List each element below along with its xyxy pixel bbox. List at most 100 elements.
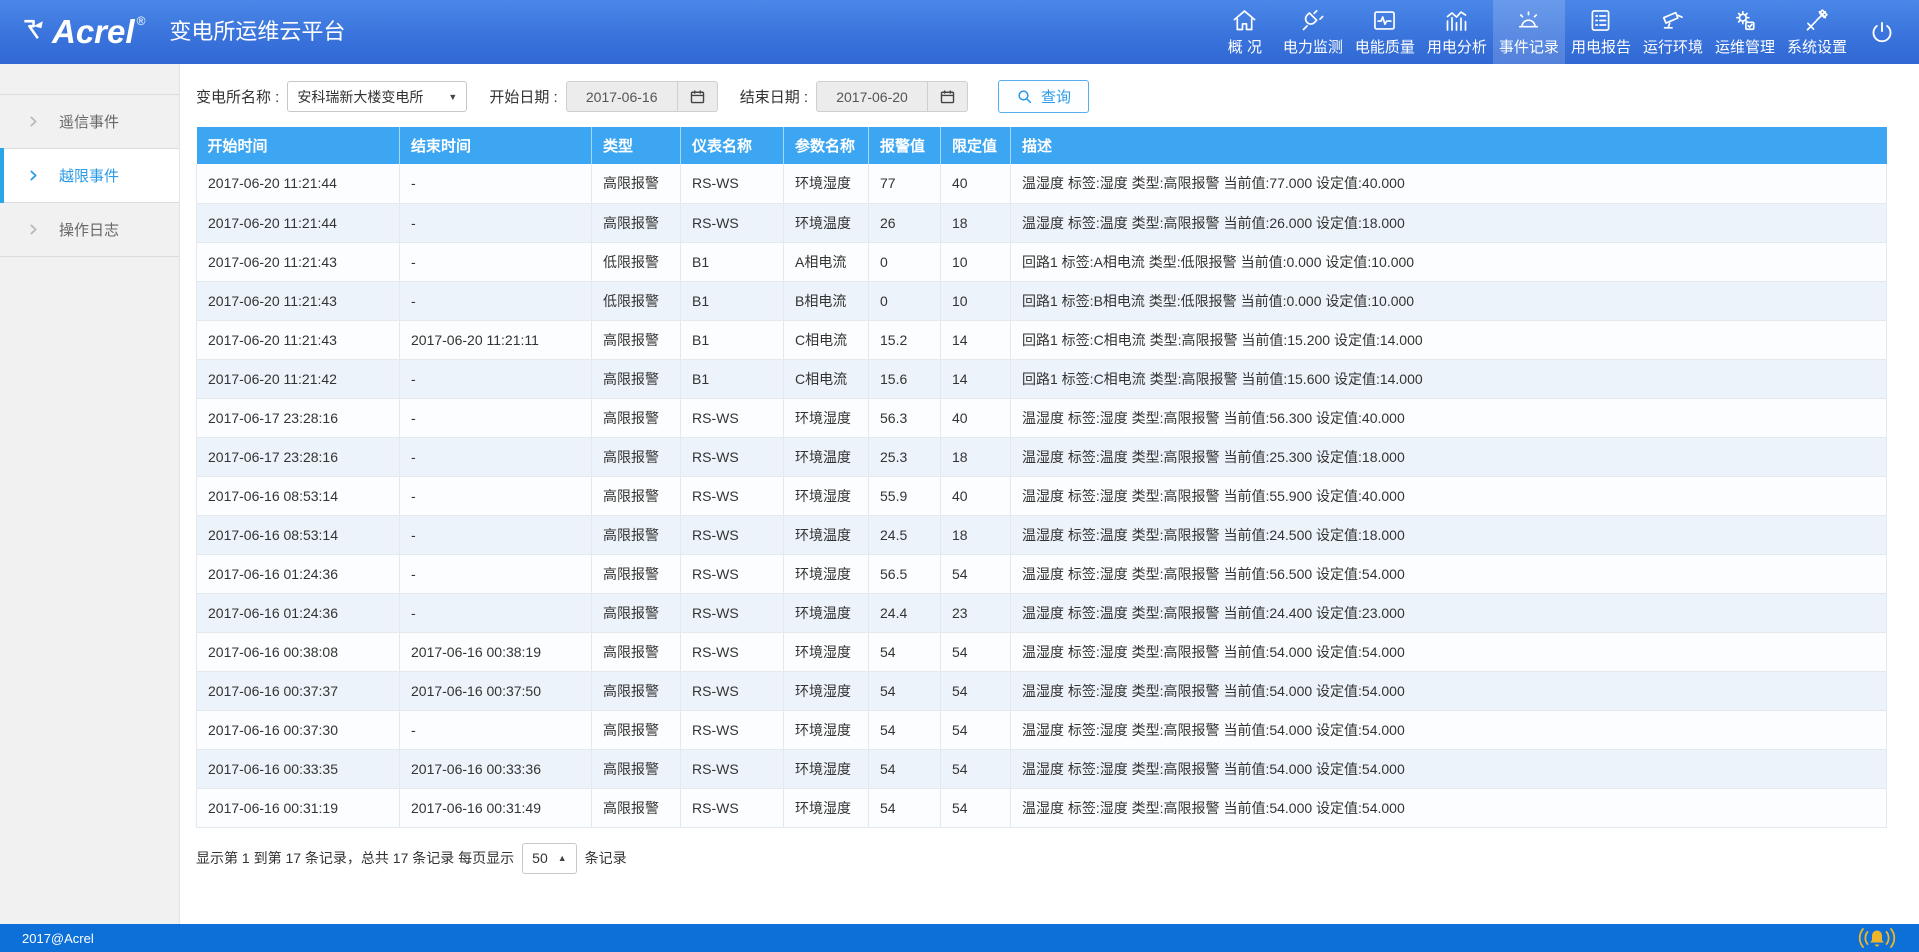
table-cell: 2017-06-17 23:28:16 (197, 437, 400, 476)
nav-item-system-settings[interactable]: 系统设置 (1781, 0, 1853, 64)
table-cell: 24.5 (869, 515, 941, 554)
station-select[interactable]: 安科瑞新大楼变电所 ▼ (287, 81, 467, 112)
station-select-value: 安科瑞新大楼变电所 (297, 87, 423, 107)
table-cell: 温湿度 标签:湿度 类型:高限报警 当前值:54.000 设定值:54.000 (1011, 632, 1887, 671)
column-header: 报警值 (869, 127, 941, 164)
sidebar-item-operation-logs[interactable]: 操作日志 (0, 203, 179, 257)
table-row: 2017-06-16 00:38:082017-06-16 00:38:19高限… (197, 632, 1887, 671)
search-icon (1016, 88, 1034, 106)
table-cell: 54 (869, 749, 941, 788)
chevron-up-icon: ▲ (558, 853, 567, 863)
table-cell: 高限报警 (592, 554, 681, 593)
bar-chart-icon (1443, 7, 1470, 34)
table-cell: 温湿度 标签:温度 类型:高限报警 当前值:24.500 设定值:18.000 (1011, 515, 1887, 554)
table-cell: 2017-06-20 11:21:11 (400, 320, 592, 359)
table-cell: - (400, 710, 592, 749)
table-cell: 高限报警 (592, 476, 681, 515)
table-cell: 14 (941, 320, 1011, 359)
table-cell: 环境温度 (784, 593, 869, 632)
table-cell: 26 (869, 203, 941, 242)
table-cell: 54 (869, 710, 941, 749)
nav-item-usage-report[interactable]: 用电报告 (1565, 0, 1637, 64)
table-cell: 2017-06-20 11:21:44 (197, 203, 400, 242)
table-cell: 54 (869, 671, 941, 710)
column-header: 限定值 (941, 127, 1011, 164)
table-cell: 环境温度 (784, 203, 869, 242)
table-row: 2017-06-20 11:21:44-高限报警RS-WS环境温度2618温湿度… (197, 203, 1887, 242)
table-cell: 环境湿度 (784, 554, 869, 593)
table-cell: RS-WS (681, 710, 784, 749)
table-cell: RS-WS (681, 515, 784, 554)
sidebar-item-label: 操作日志 (59, 219, 119, 240)
alarm-bell-button[interactable] (1855, 925, 1899, 951)
nav-item-power-quality[interactable]: 电能质量 (1349, 0, 1421, 64)
table-cell: 环境湿度 (784, 749, 869, 788)
start-date-input[interactable]: 2017-06-16 (567, 82, 677, 111)
table-cell: 温湿度 标签:湿度 类型:高限报警 当前值:56.500 设定值:54.000 (1011, 554, 1887, 593)
start-date-calendar-button[interactable] (677, 82, 717, 111)
table-row: 2017-06-16 01:24:36-高限报警RS-WS环境湿度56.554温… (197, 554, 1887, 593)
calendar-icon (939, 88, 956, 105)
page-size-select[interactable]: 50 ▲ (522, 843, 577, 874)
table-cell: 0 (869, 281, 941, 320)
sidebar-menu: 遥信事件越限事件操作日志 (0, 95, 179, 257)
end-date-calendar-button[interactable] (927, 82, 967, 111)
footer-copyright: 2017@Acrel (22, 931, 94, 946)
start-date-group: 2017-06-16 (566, 81, 718, 112)
table-cell: 40 (941, 164, 1011, 203)
nav-item-event-records[interactable]: 事件记录 (1493, 0, 1565, 64)
table-cell: RS-WS (681, 476, 784, 515)
brand-name: Acrel (52, 12, 135, 52)
table-cell: 2017-06-16 08:53:14 (197, 476, 400, 515)
column-header: 开始时间 (197, 127, 400, 164)
table-cell: 回路1 标签:C相电流 类型:高限报警 当前值:15.600 设定值:14.00… (1011, 359, 1887, 398)
nav-item-label: 电能质量 (1355, 36, 1415, 57)
table-row: 2017-06-16 08:53:14-高限报警RS-WS环境温度24.518温… (197, 515, 1887, 554)
nav-item-label: 运维管理 (1715, 36, 1775, 57)
nav-item-power-monitor[interactable]: 电力监测 (1277, 0, 1349, 64)
table-cell: 2017-06-16 00:37:30 (197, 710, 400, 749)
table-cell: - (400, 437, 592, 476)
camera-icon (1659, 7, 1686, 34)
table-cell: 0 (869, 242, 941, 281)
nav-item-environment[interactable]: 运行环境 (1637, 0, 1709, 64)
table-cell: - (400, 281, 592, 320)
events-table: 开始时间结束时间类型仪表名称参数名称报警值限定值描述 2017-06-20 11… (196, 127, 1887, 828)
table-cell: 温湿度 标签:湿度 类型:高限报警 当前值:54.000 设定值:54.000 (1011, 788, 1887, 827)
nav-item-usage-analysis[interactable]: 用电分析 (1421, 0, 1493, 64)
logout-button[interactable] (1853, 18, 1911, 46)
table-cell: 温湿度 标签:湿度 类型:高限报警 当前值:54.000 设定值:54.000 (1011, 671, 1887, 710)
station-label: 变电所名称 : (196, 86, 279, 107)
table-cell: 回路1 标签:B相电流 类型:低限报警 当前值:0.000 设定值:10.000 (1011, 281, 1887, 320)
sidebar-item-limit-events[interactable]: 越限事件 (0, 149, 179, 203)
home-icon (1231, 7, 1258, 34)
table-cell: 2017-06-20 11:21:42 (197, 359, 400, 398)
table-cell: 18 (941, 515, 1011, 554)
nav-item-label: 运行环境 (1643, 36, 1703, 57)
table-cell: 15.6 (869, 359, 941, 398)
table-cell: 温湿度 标签:湿度 类型:高限报警 当前值:54.000 设定值:54.000 (1011, 749, 1887, 788)
table-cell: C相电流 (784, 320, 869, 359)
table-row: 2017-06-16 00:31:192017-06-16 00:31:49高限… (197, 788, 1887, 827)
nav-item-overview[interactable]: 概 况 (1213, 0, 1277, 64)
table-cell: B1 (681, 359, 784, 398)
query-button[interactable]: 查询 (998, 80, 1089, 113)
table-cell: 2017-06-16 00:31:49 (400, 788, 592, 827)
table-row: 2017-06-16 00:37:372017-06-16 00:37:50高限… (197, 671, 1887, 710)
table-cell: - (400, 359, 592, 398)
table-cell: 温湿度 标签:湿度 类型:高限报警 当前值:56.300 设定值:40.000 (1011, 398, 1887, 437)
alarm-icon (1515, 7, 1542, 34)
end-date-input[interactable]: 2017-06-20 (817, 82, 927, 111)
table-cell: 温湿度 标签:湿度 类型:高限报警 当前值:77.000 设定值:40.000 (1011, 164, 1887, 203)
nav-item-maintenance[interactable]: 运维管理 (1709, 0, 1781, 64)
table-row: 2017-06-20 11:21:42-高限报警B1C相电流15.614回路1 … (197, 359, 1887, 398)
table-cell: 环境湿度 (784, 632, 869, 671)
table-cell: A相电流 (784, 242, 869, 281)
sidebar-item-remote-signal-events[interactable]: 遥信事件 (0, 95, 179, 149)
table-cell: 环境湿度 (784, 164, 869, 203)
table-cell: 环境湿度 (784, 398, 869, 437)
sidebar-item-label: 遥信事件 (59, 111, 119, 132)
table-cell: 回路1 标签:A相电流 类型:低限报警 当前值:0.000 设定值:10.000 (1011, 242, 1887, 281)
table-cell: 高限报警 (592, 164, 681, 203)
table-cell: 温湿度 标签:温度 类型:高限报警 当前值:26.000 设定值:18.000 (1011, 203, 1887, 242)
